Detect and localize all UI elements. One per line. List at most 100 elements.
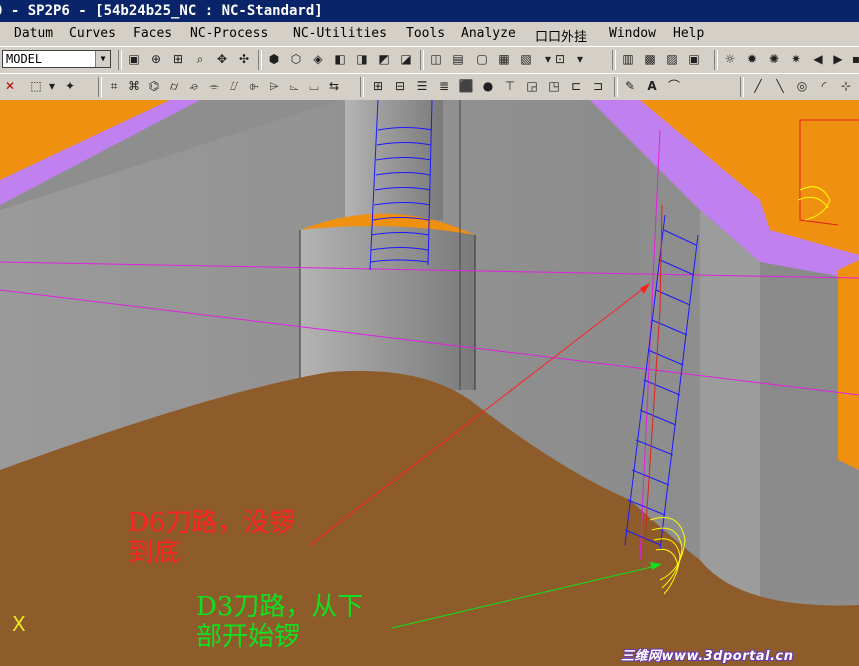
- light-settings-icon[interactable]: ✷: [788, 51, 804, 67]
- menu-nc-utilities[interactable]: NC-Utilities: [293, 26, 387, 41]
- filter-dropdown-icon[interactable]: ▾: [572, 51, 588, 67]
- nc-tool-7-icon[interactable]: ⊤: [502, 78, 518, 94]
- text-icon[interactable]: A: [644, 78, 660, 94]
- light-bulb-icon[interactable]: ☼: [722, 51, 738, 67]
- render-mode-icon[interactable]: ▨: [664, 51, 680, 67]
- feature-2-icon[interactable]: ⌘: [126, 78, 142, 94]
- feature-11-icon[interactable]: ⌴: [306, 78, 322, 94]
- rotate-icon[interactable]: ✣: [236, 51, 252, 67]
- display-mode-icon[interactable]: ▣: [686, 51, 702, 67]
- window-title: 0 - SP2P6 - [54b24b25_NC : NC-Standard]: [0, 3, 323, 19]
- shading-mode-icon[interactable]: ▥: [620, 51, 636, 67]
- menu-faces[interactable]: Faces: [133, 26, 172, 41]
- line-icon[interactable]: ╱: [750, 78, 766, 94]
- annotation-d6: D6刀路，没锣 到底: [128, 508, 295, 568]
- wire-mode-icon[interactable]: ▩: [642, 51, 658, 67]
- box-view-icon[interactable]: ▢: [474, 51, 490, 67]
- graphics-viewport[interactable]: D6刀路，没锣 到底 D3刀路，从下 部开始锣 X 三维网www.3dporta…: [0, 100, 859, 666]
- annotation-d6-line1: D6刀路，没锣: [128, 508, 296, 538]
- curve-icon[interactable]: ⌒: [666, 78, 682, 94]
- arrow-left-icon[interactable]: ◀: [810, 51, 826, 67]
- cube-view-icon[interactable]: ▧: [518, 51, 534, 67]
- more-tools-icon[interactable]: ▪: [848, 51, 859, 67]
- model-select[interactable]: MODEL ▼: [2, 50, 111, 68]
- toolbar-separator: [420, 50, 424, 70]
- arrow-right-icon[interactable]: ▶: [830, 51, 846, 67]
- light-on-icon[interactable]: ✹: [744, 51, 760, 67]
- annotation-d3-line1: D3刀路，从下: [196, 592, 364, 622]
- menu-bar: Datum Curves Faces NC-Process NC-Utiliti…: [0, 22, 859, 47]
- feature-10-icon[interactable]: ⌳: [286, 78, 302, 94]
- nc-tool-11-icon[interactable]: ⊐: [590, 78, 606, 94]
- nc-tool-8-icon[interactable]: ◲: [524, 78, 540, 94]
- feature-12-icon[interactable]: ⇆: [326, 78, 342, 94]
- view-top-icon[interactable]: ◨: [354, 51, 370, 67]
- feature-7-icon[interactable]: ⌰: [226, 78, 242, 94]
- select-dropdown-icon[interactable]: ▾: [44, 78, 60, 94]
- nc-tool-6-icon[interactable]: ●: [480, 78, 496, 94]
- view-front-icon[interactable]: ◧: [332, 51, 348, 67]
- feature-6-icon[interactable]: ⌯: [206, 78, 222, 94]
- select-filter-icon[interactable]: ⊡: [552, 51, 568, 67]
- menu-tools[interactable]: Tools: [406, 26, 445, 41]
- menu-window[interactable]: Window: [609, 26, 656, 41]
- circle-icon[interactable]: ◎: [794, 78, 810, 94]
- nc-tool-1-icon[interactable]: ⊞: [370, 78, 386, 94]
- nc-tool-4-icon[interactable]: ≣: [436, 78, 452, 94]
- wireframe-view-icon[interactable]: ⬡: [288, 51, 304, 67]
- model-select-value: MODEL: [6, 52, 43, 66]
- zoom-fit-icon[interactable]: ⊞: [170, 51, 186, 67]
- toolbar-separator: [612, 50, 616, 70]
- view-iso-icon[interactable]: ◪: [398, 51, 414, 67]
- layer-icon[interactable]: ◫: [428, 51, 444, 67]
- nc-tool-9-icon[interactable]: ◳: [546, 78, 562, 94]
- pick-icon[interactable]: ✦: [62, 78, 78, 94]
- zoom-window-icon[interactable]: ▣: [126, 51, 142, 67]
- toolbar-separator: [118, 50, 122, 70]
- arc-icon[interactable]: ◜: [816, 78, 832, 94]
- menu-analyze[interactable]: Analyze: [461, 26, 516, 41]
- cylinder-boss: [300, 213, 475, 390]
- feature-1-icon[interactable]: ⌗: [106, 78, 122, 94]
- feature-8-icon[interactable]: ⌱: [246, 78, 262, 94]
- view-side-icon[interactable]: ◩: [376, 51, 392, 67]
- cancel-select-icon[interactable]: ✕: [2, 78, 18, 94]
- display-icon[interactable]: ▤: [450, 51, 466, 67]
- shaded-view-icon[interactable]: ⬢: [266, 51, 282, 67]
- feature-4-icon[interactable]: ⌭: [166, 78, 182, 94]
- toolbar-separator: [740, 77, 744, 97]
- solid-view-icon[interactable]: ▦: [496, 51, 512, 67]
- line-2-icon[interactable]: ╲: [772, 78, 788, 94]
- toolbar-separator: [360, 77, 364, 97]
- toolbar-separator: [714, 50, 718, 70]
- magnify-icon[interactable]: ⌕: [192, 51, 208, 67]
- hidden-line-icon[interactable]: ◈: [310, 51, 326, 67]
- nc-tool-2-icon[interactable]: ⊟: [392, 78, 408, 94]
- menu-datum[interactable]: Datum: [14, 26, 53, 41]
- menu-curves[interactable]: Curves: [69, 26, 116, 41]
- nc-tool-10-icon[interactable]: ⊏: [568, 78, 584, 94]
- main-toolbar: MODEL ▼ ▣ ⊕ ⊞ ⌕ ✥ ✣ ⬢ ⬡ ◈ ◧ ◨ ◩ ◪ ◫ ▤ ▢ …: [0, 46, 859, 74]
- cad-model-canvas: [0, 100, 859, 666]
- feature-5-icon[interactable]: ⌮: [186, 78, 202, 94]
- zoom-select-icon[interactable]: ⊕: [148, 51, 164, 67]
- nc-tool-5-icon[interactable]: ⬛: [458, 78, 474, 94]
- light-mode-icon[interactable]: ✺: [766, 51, 782, 67]
- nc-tool-3-icon[interactable]: ☰: [414, 78, 430, 94]
- feature-9-icon[interactable]: ⌲: [266, 78, 282, 94]
- title-bar: 0 - SP2P6 - [54b24b25_NC : NC-Standard]: [0, 0, 859, 22]
- orange-slot: [838, 260, 859, 470]
- menu-plugin[interactable]: 口口外挂: [535, 26, 587, 45]
- pan-icon[interactable]: ✥: [214, 51, 230, 67]
- secondary-toolbar: ✕ ⬚ ▾ ✦ ⌗ ⌘ ⌬ ⌭ ⌮ ⌯ ⌰ ⌱ ⌲ ⌳ ⌴ ⇆ ⊞ ⊟ ☰ ≣ …: [0, 73, 859, 101]
- edit-icon[interactable]: ✎: [622, 78, 638, 94]
- menu-help[interactable]: Help: [673, 26, 704, 41]
- annotation-d6-line2: 到底: [128, 538, 181, 568]
- toolbar-separator: [98, 77, 102, 97]
- select-box-icon[interactable]: ⬚: [28, 78, 44, 94]
- menu-nc-process[interactable]: NC-Process: [190, 26, 268, 41]
- feature-3-icon[interactable]: ⌬: [146, 78, 162, 94]
- toolbar-separator: [258, 50, 262, 70]
- chevron-down-icon[interactable]: ▼: [95, 51, 110, 67]
- snap-icon[interactable]: ⊹: [838, 78, 854, 94]
